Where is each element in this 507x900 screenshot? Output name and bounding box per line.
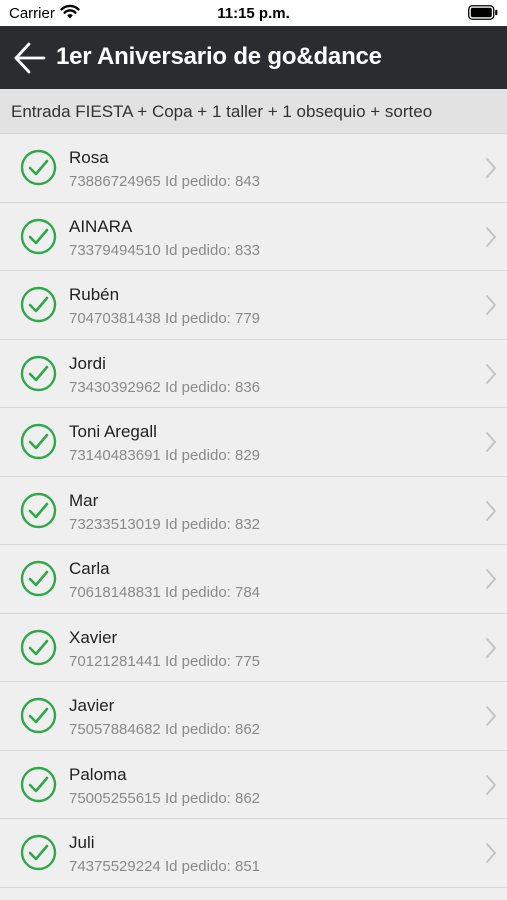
- check-circle-icon: [20, 423, 57, 460]
- check-circle-icon: [20, 766, 57, 803]
- order-id-label: Id pedido:: [164, 721, 231, 738]
- chevron-right-icon: [485, 294, 497, 316]
- attendee-name: Jordi: [69, 353, 106, 373]
- attendee-details: 70121281441 Id pedido: 775: [69, 653, 260, 670]
- order-id-value: 843: [235, 173, 261, 190]
- order-id-value: 862: [235, 721, 261, 738]
- list-item[interactable]: Paloma 75005255615 Id pedido: 862: [0, 750, 507, 819]
- order-id-value: 836: [235, 378, 261, 396]
- list-item[interactable]: Jordi 73430392962 Id pedido: 836: [0, 339, 507, 408]
- attendee-name: Rosa: [69, 148, 109, 167]
- list-item[interactable]: Javier 75057884682 Id pedido: 862: [0, 682, 507, 751]
- navigation-bar: 1er Aniversario de go&dance: [0, 26, 507, 89]
- ticket-code: 75057884682: [69, 721, 161, 738]
- check-circle-icon: [20, 492, 57, 529]
- page-title: 1er Aniversario de go&dance: [56, 43, 382, 70]
- battery-icon: [468, 5, 498, 25]
- attendee-details: 70470381438 Id pedido: 779: [69, 310, 260, 327]
- ticket-code: 73886724965: [69, 173, 161, 190]
- section-header: Entrada FIESTA + Copa + 1 taller + 1 obs…: [0, 89, 507, 134]
- check-circle-icon: [20, 218, 57, 255]
- attendee-details: 73233513019 Id pedido: 832: [69, 516, 260, 533]
- check-circle-icon: [20, 697, 57, 734]
- ticket-code: 74375529224: [69, 858, 161, 875]
- check-circle-icon: [20, 149, 57, 186]
- list-item[interactable]: Mar 73233513019 Id pedido: 832: [0, 476, 507, 545]
- order-id-value: 775: [235, 652, 261, 670]
- attendee-name: Mar: [69, 490, 99, 510]
- order-id-label: Id pedido:: [164, 515, 231, 533]
- attendee-name: AINARA: [69, 216, 133, 236]
- attendee-details: 75057884682 Id pedido: 862: [69, 721, 260, 738]
- check-circle-icon: [20, 834, 57, 871]
- chevron-right-icon: [485, 500, 497, 522]
- list-item[interactable]: AINARA 73379494510 Id pedido: 833: [0, 202, 507, 271]
- order-id-value: 832: [235, 515, 261, 533]
- ticket-code: 73430392962: [69, 378, 161, 396]
- list-item[interactable]: Xavier 70121281441 Id pedido: 775: [0, 613, 507, 682]
- chevron-right-icon: [485, 568, 497, 590]
- check-circle-icon: [20, 286, 57, 323]
- attendee-details: 73379494510 Id pedido: 833: [69, 242, 260, 259]
- chevron-right-icon: [485, 226, 497, 248]
- order-id-label: Id pedido:: [164, 241, 231, 259]
- check-circle-icon: [20, 355, 57, 392]
- check-circle-icon: [20, 629, 57, 666]
- order-id-value: 833: [235, 241, 261, 259]
- order-id-value: 851: [235, 858, 261, 875]
- back-button[interactable]: [12, 40, 48, 76]
- attendee-name: Toni Aregall: [69, 422, 157, 441]
- attendee-name: Rubén: [69, 285, 120, 304]
- ticket-code: 75005255615: [69, 789, 161, 807]
- attendee-name: Xavier: [69, 627, 118, 647]
- chevron-right-icon: [485, 705, 497, 727]
- check-circle-icon: [20, 560, 57, 597]
- ticket-code: 70470381438: [69, 310, 161, 327]
- list-item[interactable]: Juli 74375529224 Id pedido: 851: [0, 819, 507, 888]
- attendee-details: 70618148831 Id pedido: 784: [69, 584, 260, 601]
- ticket-code: 70618148831: [69, 584, 161, 601]
- order-id-label: Id pedido:: [164, 789, 231, 807]
- order-id-label: Id pedido:: [164, 378, 231, 396]
- ticket-code: 70121281441: [69, 652, 161, 670]
- list-item[interactable]: Toni Aregall 73140483691 Id pedido: 829: [0, 408, 507, 477]
- chevron-right-icon: [485, 363, 497, 385]
- order-id-label: Id pedido:: [164, 652, 231, 670]
- list-item[interactable]: Rosa 73886724965 Id pedido: 843: [0, 134, 507, 203]
- list-item[interactable]: Rubén 70470381438 Id pedido: 779: [0, 271, 507, 340]
- list-item[interactable]: Carla 70618148831 Id pedido: 784: [0, 545, 507, 614]
- attendee-list: Rosa 73886724965 Id pedido: 843 AINARA 7337…: [0, 134, 507, 900]
- clock-time: 11:15 p.m.: [217, 5, 290, 22]
- chevron-right-icon: [485, 637, 497, 659]
- order-id-value: 829: [235, 447, 261, 464]
- ticket-code: 73140483691: [69, 447, 161, 464]
- attendee-details: 73886724965 Id pedido: 843: [69, 173, 260, 190]
- order-id-label: Id pedido:: [164, 858, 231, 875]
- attendee-name: Paloma: [69, 764, 127, 784]
- attendee-name: Javier: [69, 696, 115, 715]
- ticket-code: 73379494510: [69, 241, 161, 259]
- order-id-label: Id pedido:: [164, 310, 231, 327]
- ticket-code: 73233513019: [69, 515, 161, 533]
- chevron-right-icon: [485, 157, 497, 179]
- order-id-value: 862: [235, 789, 261, 807]
- order-id-label: Id pedido:: [164, 173, 231, 190]
- ticket-type-label: Entrada FIESTA + Copa + 1 taller + 1 obs…: [11, 102, 433, 121]
- arrow-left-icon: [12, 42, 48, 80]
- attendee-details: 75005255615 Id pedido: 862: [69, 790, 260, 807]
- attendee-name: Carla: [69, 559, 110, 578]
- chevron-right-icon: [485, 431, 497, 453]
- attendee-details: 73430392962 Id pedido: 836: [69, 379, 260, 396]
- chevron-right-icon: [485, 774, 497, 796]
- order-id-value: 784: [235, 584, 261, 601]
- status-bar: Carrier 11:15 p.m.: [0, 0, 507, 26]
- order-id-label: Id pedido:: [164, 447, 231, 464]
- attendee-details: 74375529224 Id pedido: 851: [69, 858, 260, 875]
- chevron-right-icon: [485, 842, 497, 864]
- attendee-details: 73140483691 Id pedido: 829: [69, 447, 260, 464]
- order-id-value: 779: [235, 310, 261, 327]
- attendee-name: Juli: [69, 833, 95, 852]
- order-id-label: Id pedido:: [164, 584, 231, 601]
